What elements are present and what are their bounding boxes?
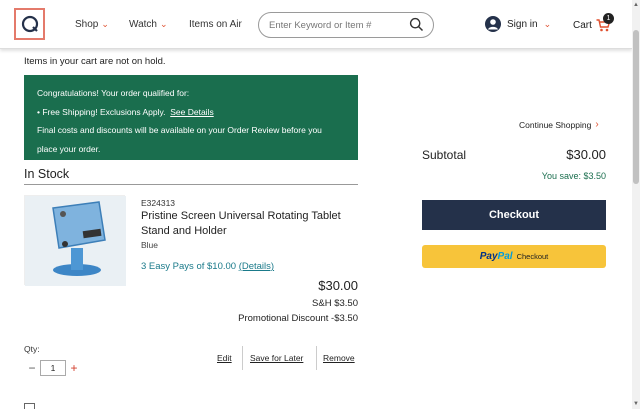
qty-label: Qty: bbox=[24, 344, 40, 354]
item-promo-discount: Promotional Discount -$3.50 bbox=[238, 313, 358, 324]
easy-pay-text: 3 Easy Pays of $10.00 bbox=[141, 261, 237, 272]
you-save-amount: You save: $3.50 bbox=[541, 171, 606, 181]
item-color: Blue bbox=[141, 240, 159, 250]
cart-link[interactable]: Cart 1 bbox=[573, 13, 614, 32]
see-details-link[interactable]: See Details bbox=[170, 107, 213, 117]
chevron-right-icon: › bbox=[595, 119, 599, 130]
remove-link[interactable]: Remove bbox=[323, 353, 355, 363]
save-for-later-link[interactable]: Save for Later bbox=[250, 353, 303, 363]
promo-final-costs: Final costs and discounts will be availa… bbox=[37, 125, 322, 135]
nav-watch-label: Watch bbox=[129, 19, 157, 30]
user-icon bbox=[485, 16, 501, 32]
nav-shop[interactable]: Shop ⌄ bbox=[75, 19, 109, 30]
promo-bullet-text: • Free Shipping! Exclusions Apply. bbox=[37, 106, 166, 117]
cart-count-badge: 1 bbox=[603, 13, 614, 24]
checkout-button[interactable]: Checkout bbox=[422, 200, 606, 230]
search-bar bbox=[258, 12, 434, 38]
item-number: E324313 bbox=[141, 198, 176, 208]
promo-free-shipping: • Free Shipping! Exclusions Apply. See D… bbox=[37, 103, 345, 122]
action-divider bbox=[316, 346, 317, 370]
quantity-stepper: − 1 + bbox=[24, 360, 82, 376]
paypal-checkout-button[interactable]: Pay Pal Checkout bbox=[422, 245, 606, 268]
qty-input[interactable]: 1 bbox=[40, 360, 66, 376]
promo-final-costs-cont: place your order. bbox=[37, 143, 101, 154]
site-header: Shop ⌄ Watch ⌄ Items on Air Sign in ⌄ Ca… bbox=[0, 0, 632, 49]
sign-in-label: Sign in bbox=[507, 18, 538, 30]
cart-label: Cart bbox=[573, 20, 592, 31]
easy-pay-details-link[interactable]: (Details) bbox=[239, 261, 274, 272]
promo-banner: Congratulations! Your order qualified fo… bbox=[24, 75, 358, 160]
promo-congrats: Congratulations! Your order qualified fo… bbox=[37, 88, 190, 98]
paypal-logo-pay: Pay bbox=[479, 251, 498, 262]
nav-shop-label: Shop bbox=[75, 19, 99, 30]
scroll-up-icon[interactable]: ▲ bbox=[633, 2, 639, 8]
chevron-down-icon: ⌄ bbox=[543, 18, 552, 29]
qty-decrease-button[interactable]: − bbox=[24, 360, 40, 376]
nav-items-on-air-label: Items on Air bbox=[189, 19, 242, 30]
continue-shopping-link[interactable]: Continue Shopping › bbox=[519, 119, 599, 130]
item-shipping-handling: S&H $3.50 bbox=[312, 298, 358, 309]
scroll-down-icon[interactable]: ▼ bbox=[633, 401, 639, 407]
page-scrollbar[interactable]: ▲ ▼ bbox=[632, 0, 640, 409]
nav-items-on-air[interactable]: Items on Air bbox=[189, 19, 242, 30]
tablet-stand-image bbox=[25, 196, 126, 286]
search-input[interactable] bbox=[269, 19, 409, 31]
action-divider bbox=[242, 346, 243, 370]
chevron-down-icon: ⌄ bbox=[159, 19, 168, 29]
product-image[interactable] bbox=[24, 195, 126, 286]
logo[interactable] bbox=[14, 8, 45, 40]
cart-hold-notice: Items in your cart are not on hold. bbox=[24, 56, 166, 67]
edit-link[interactable]: Edit bbox=[217, 353, 232, 363]
logo-q-icon bbox=[21, 15, 38, 33]
chevron-down-icon: ⌄ bbox=[101, 19, 109, 29]
nav-watch[interactable]: Watch ⌄ bbox=[129, 19, 168, 30]
subtotal-value: $30.00 bbox=[566, 147, 606, 162]
item-price: $30.00 bbox=[318, 278, 358, 293]
search-icon[interactable] bbox=[409, 17, 424, 37]
qty-increase-button[interactable]: + bbox=[66, 360, 82, 376]
continue-shopping-label: Continue Shopping bbox=[519, 119, 592, 130]
sign-in-menu[interactable]: Sign in ⌄ bbox=[485, 16, 551, 32]
easy-pay-info: 3 Easy Pays of $10.00 (Details) bbox=[141, 261, 274, 272]
in-stock-heading: In Stock bbox=[24, 167, 358, 185]
paypal-logo-pal: Pal bbox=[497, 251, 513, 262]
gift-checkbox[interactable] bbox=[24, 403, 35, 409]
item-name-link[interactable]: Pristine Screen Universal Rotating Table… bbox=[141, 209, 361, 238]
scrollbar-thumb[interactable] bbox=[633, 30, 639, 184]
subtotal-label: Subtotal bbox=[422, 148, 467, 162]
paypal-checkout-label: Checkout bbox=[516, 252, 549, 261]
